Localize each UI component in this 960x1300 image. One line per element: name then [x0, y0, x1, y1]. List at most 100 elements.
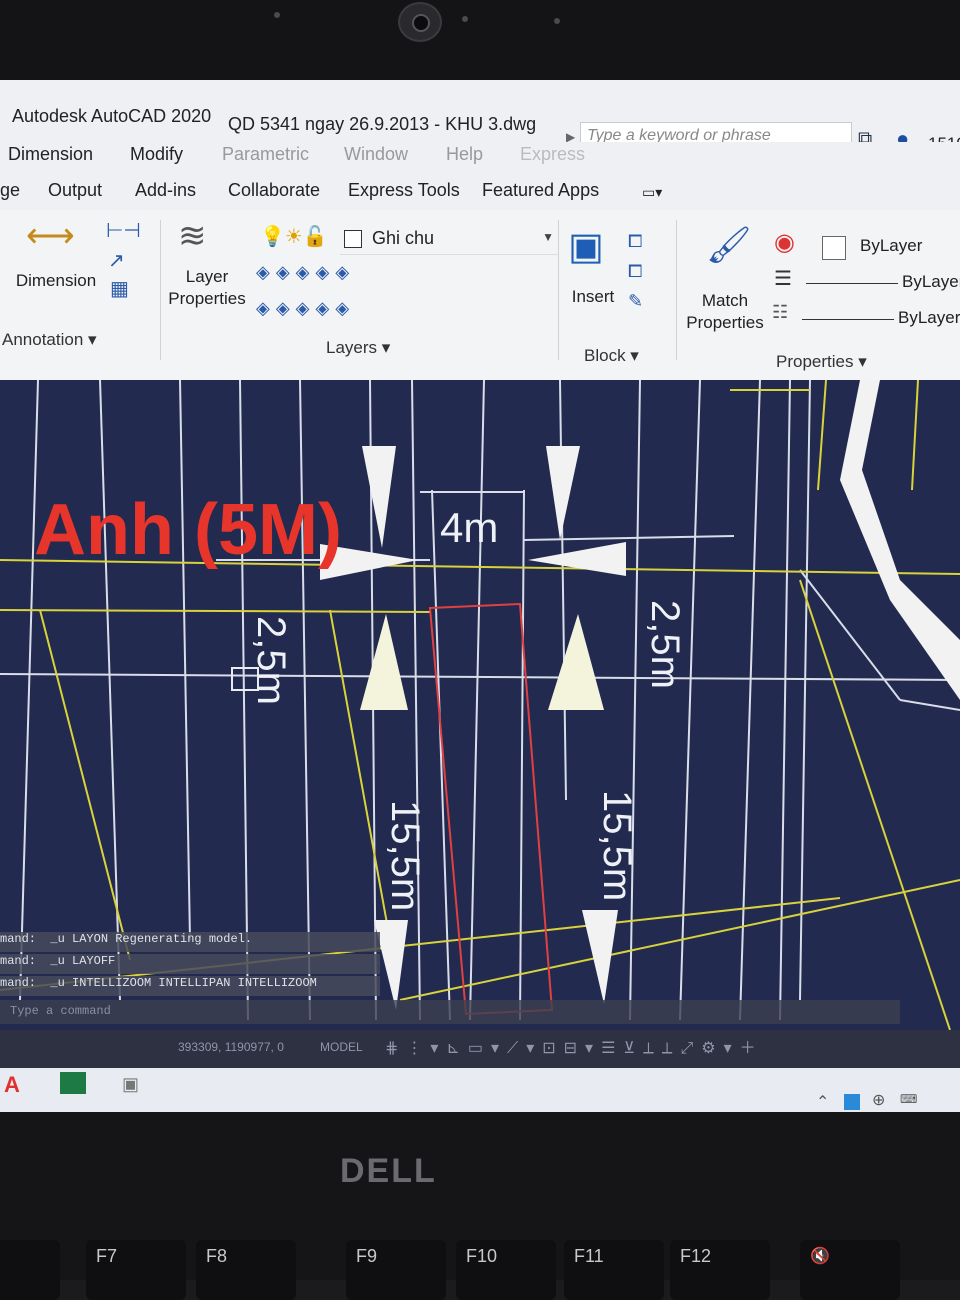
bezel-sensor	[462, 16, 468, 22]
key-f7[interactable]: F7	[86, 1240, 186, 1300]
key-f12[interactable]: F12	[670, 1240, 770, 1300]
leader-icon[interactable]: ↗	[108, 248, 125, 273]
laptop-keyboard: DELL F6 F7 F8 F9 F10 F11 F12 🔇	[0, 1112, 960, 1300]
chevron-down-icon: ▼	[542, 230, 554, 244]
color-swatch	[822, 236, 846, 260]
block-tools-icons[interactable]: ⧠ ⧠ ✎	[628, 226, 643, 316]
status-toggle-icons[interactable]: ⋕⋮▾⊾▭▾⟋▾⊡⊟▾☰⊻⟂⟂⤢⚙▾＋	[385, 1034, 764, 1058]
key-label: F10	[466, 1246, 498, 1266]
tab-output[interactable]: Output	[48, 180, 102, 201]
key-f11[interactable]: F11	[564, 1240, 664, 1300]
ribbon-panels: ⟷ Dimension ⊢⊣ ↗ ▦ Annotation ▾ ≋ Layer …	[0, 210, 960, 380]
lineweight-preview	[802, 319, 894, 320]
match-properties-label-2: Properties	[686, 313, 764, 332]
key-label: F11	[574, 1246, 604, 1266]
mute-icon: 🔇	[810, 1248, 830, 1265]
webcam	[398, 2, 442, 42]
screen: Autodesk AutoCAD 2020 QD 5341 ngay 26.9.…	[0, 80, 960, 1112]
file-explorer-icon[interactable]: ▣	[122, 1074, 139, 1095]
layer-properties-icon[interactable]: ≋	[178, 216, 207, 256]
dell-logo: DELL	[340, 1152, 437, 1190]
annotation-panel-label[interactable]: Annotation ▾	[2, 330, 97, 350]
layer-color-swatch	[344, 230, 362, 248]
menu-dimension[interactable]: Dimension	[8, 144, 93, 165]
network-icon[interactable]: ⊕	[872, 1090, 885, 1110]
tab-manage[interactable]: ge	[0, 180, 20, 201]
menu-parametric[interactable]: Parametric	[222, 144, 309, 165]
key-mute[interactable]: 🔇	[800, 1240, 900, 1300]
linetype-dropdown[interactable]: ByLayer	[902, 272, 960, 292]
dimension-button[interactable]: Dimension	[8, 270, 104, 292]
layer-tools-row-2[interactable]: ◈◈◈◈◈	[256, 298, 355, 319]
tab-add-ins[interactable]: Add-ins	[135, 180, 196, 201]
color-wheel-icon[interactable]: ◉	[774, 228, 795, 257]
dim-depth-left: 15,5m	[383, 800, 427, 911]
key-label: F12	[680, 1246, 712, 1266]
layer-state-icons[interactable]: 💡☀🔓	[260, 224, 328, 249]
autocad-taskbar-icon[interactable]: A	[4, 1072, 20, 1098]
linetype-icon[interactable]: ☷	[772, 302, 788, 323]
command-history-line: mand: _u LAYON Regenerating model.	[0, 932, 380, 952]
laptop-bezel	[0, 0, 960, 80]
windows-taskbar: A ▣ ⌃ ⊕ ⌨	[0, 1068, 960, 1112]
layer-dropdown[interactable]: Ghi chu ▼	[340, 224, 558, 255]
menu-window[interactable]: Window	[344, 144, 408, 165]
dim-setback-left: 2,5m	[249, 616, 293, 705]
layer-properties-label-2: Properties	[168, 289, 246, 308]
menu-express[interactable]: Express	[520, 144, 585, 165]
input-method-icon[interactable]: ⌨	[900, 1092, 917, 1106]
block-panel-label[interactable]: Block ▾	[584, 346, 639, 366]
properties-panel-label[interactable]: Properties ▾	[776, 352, 867, 372]
layers-panel-label[interactable]: Layers ▾	[326, 338, 390, 358]
panel-separator	[558, 220, 559, 360]
model-space-button[interactable]: MODEL	[320, 1040, 363, 1054]
insert-block-icon[interactable]: ▣	[568, 224, 604, 269]
command-line-input[interactable]: Type a command	[0, 1000, 900, 1024]
owner-label: Anh (5M)	[34, 490, 342, 570]
match-properties-label-1: Match	[701, 291, 749, 310]
key-f6[interactable]: F6	[0, 1240, 60, 1300]
ribbon-tabs: ge Output Add-ins Collaborate Express To…	[0, 174, 960, 211]
menu-modify[interactable]: Modify	[130, 144, 183, 165]
dim-depth-right: 15,5m	[595, 790, 639, 901]
tab-overflow-icon[interactable]: ▭▾	[642, 184, 662, 201]
command-history-line: mand: _u INTELLIZOOM INTELLIPAN INTELLIZ…	[0, 976, 380, 996]
status-bar: 393309, 1190977, 0 MODEL ⋕⋮▾⊾▭▾⟋▾⊡⊟▾☰⊻⟂⟂…	[0, 1030, 960, 1068]
menu-bar: Dimension Modify Parametric Window Help …	[0, 142, 960, 174]
dimension-icon[interactable]: ⟷	[26, 216, 75, 256]
color-dropdown[interactable]: ByLayer	[860, 236, 922, 256]
key-f10[interactable]: F10	[456, 1240, 556, 1300]
layer-properties-label-1: Layer	[185, 267, 229, 286]
match-properties-button[interactable]: Match Properties	[680, 290, 770, 334]
lineweight-dropdown[interactable]: ByLayer	[898, 308, 960, 328]
lineweight-icon[interactable]: ☰	[774, 266, 792, 291]
bezel-sensor	[274, 12, 280, 18]
dim-setback-right: 2,5m	[643, 600, 687, 689]
insert-button[interactable]: Insert	[560, 286, 626, 308]
key-f9[interactable]: F9	[346, 1240, 446, 1300]
key-label: F7	[96, 1246, 118, 1266]
current-layer: Ghi chu	[372, 228, 435, 248]
table-icon[interactable]: ▦	[110, 276, 129, 301]
app-title: Autodesk AutoCAD 2020	[12, 106, 212, 126]
layer-properties-button[interactable]: Layer Properties	[160, 266, 254, 310]
linetype-preview	[806, 283, 898, 284]
tray-chevron-icon[interactable]: ⌃	[816, 1092, 829, 1112]
tab-featured-apps[interactable]: Featured Apps	[482, 180, 599, 201]
key-label: F8	[206, 1246, 228, 1266]
match-properties-icon[interactable]: 🖌	[706, 224, 752, 266]
command-placeholder: Type a command	[10, 1004, 111, 1018]
layer-tools-row-1[interactable]: ◈◈◈◈◈	[256, 262, 355, 283]
key-f8[interactable]: F8	[196, 1240, 296, 1300]
menu-help[interactable]: Help	[446, 144, 483, 165]
dim-width-top: 4m	[440, 504, 498, 551]
bezel-sensor	[554, 18, 560, 24]
title-bar: Autodesk AutoCAD 2020 QD 5341 ngay 26.9.…	[0, 80, 960, 154]
excel-taskbar-icon[interactable]	[60, 1072, 86, 1094]
tab-express-tools[interactable]: Express Tools	[348, 180, 460, 201]
tab-collaborate[interactable]: Collaborate	[228, 180, 320, 201]
tray-app-icon[interactable]	[844, 1094, 860, 1110]
panel-separator	[676, 220, 677, 360]
linear-dimension-icon[interactable]: ⊢⊣	[106, 218, 141, 243]
document-title: QD 5341 ngay 26.9.2013 - KHU 3.dwg	[228, 114, 537, 134]
